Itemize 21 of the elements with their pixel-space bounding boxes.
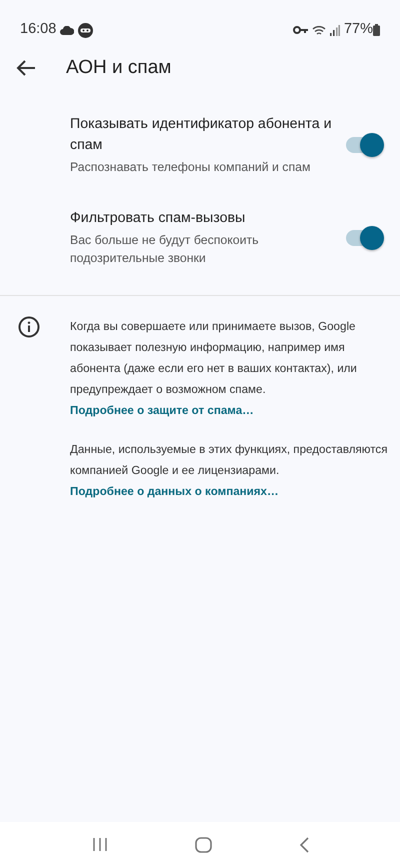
learn-more-link[interactable]: Подробнее о защите от спама… — [70, 404, 254, 417]
back-icon[interactable] — [16, 60, 36, 76]
key-icon — [292, 26, 308, 34]
info-icon — [18, 316, 40, 338]
clock: 16:08 — [20, 20, 56, 40]
wifi-icon — [312, 24, 326, 36]
signal-icon — [330, 24, 340, 36]
home-icon[interactable] — [194, 836, 212, 852]
info-paragraph: Данные, используемые в этих функциях, предоставляются компанией Google и ее лицензиарами. Подробнее о данных о компаниях… — [70, 442, 388, 500]
mask-icon — [78, 22, 94, 38]
battery-icon — [373, 24, 380, 36]
info-paragraph: Когда вы совершаете или принимаете вызов, Google показывает полезную информацию, например имя абонента (даже если его нет в ваших контактах), или предупреждает о возможном спаме. Подробнее о защите от спама… — [70, 319, 358, 419]
battery-level: 77% — [344, 20, 373, 40]
setting-title: Фильтровать спам-вызовы — [70, 209, 246, 228]
setting-description: Распознавать телефоны компаний и спам — [70, 159, 312, 176]
page-title: АОН и спам — [66, 56, 172, 80]
setting-description: Вас больше не будут беспокоить подозрительные звонки — [70, 232, 260, 267]
setting-title: Показывать идентификатор абонента и спам — [70, 115, 332, 155]
learn-more-link[interactable]: Подробнее о данных о компаниях… — [70, 485, 279, 498]
recent-apps-icon[interactable] — [92, 837, 108, 852]
cloud-icon — [60, 26, 74, 34]
